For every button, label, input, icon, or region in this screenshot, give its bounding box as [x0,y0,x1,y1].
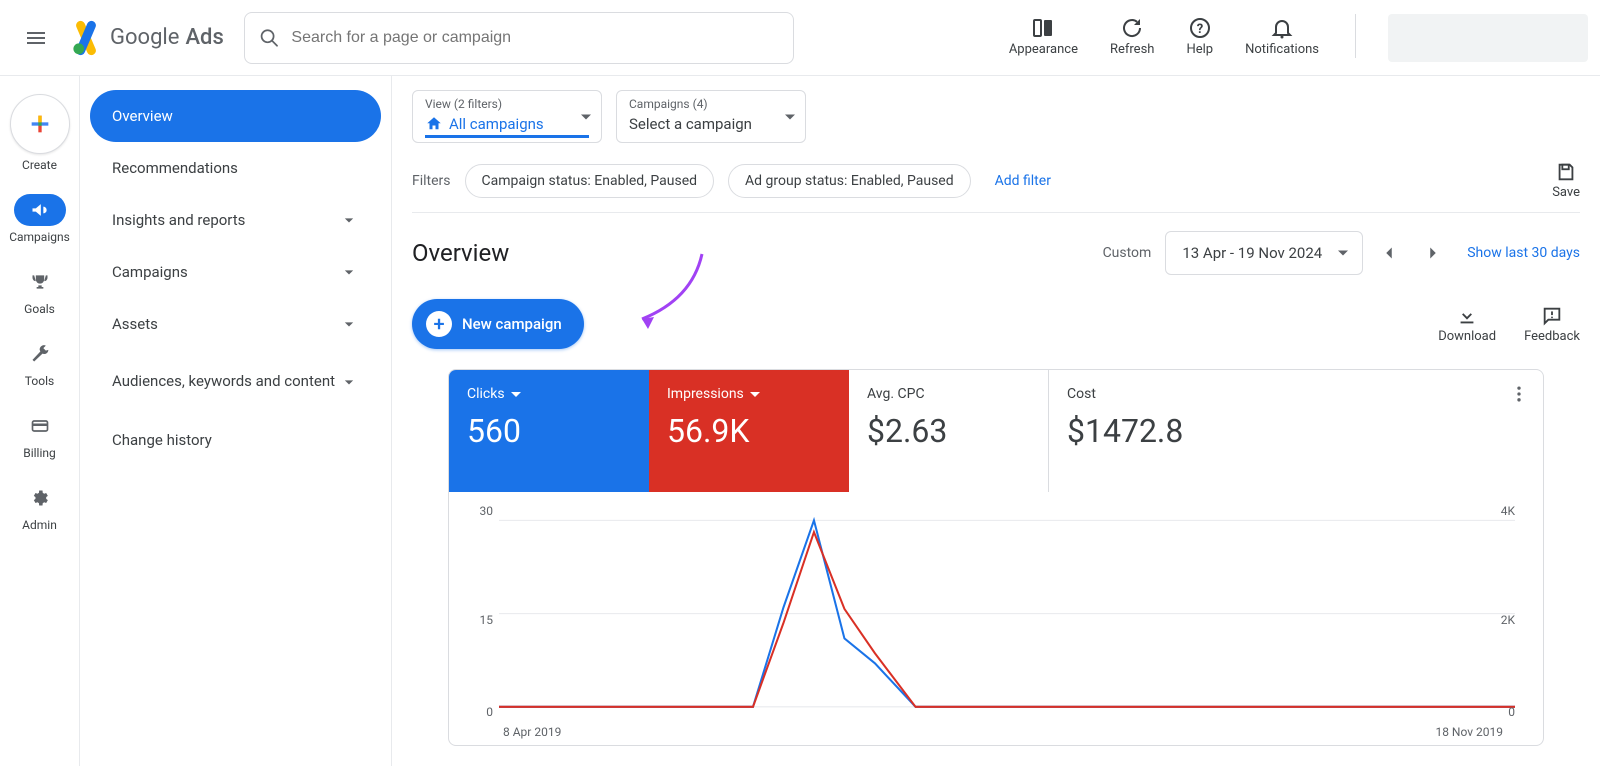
separator [1355,14,1356,58]
search-icon [259,27,280,49]
filters-bar: Filters Campaign status: Enabled, Paused… [412,143,1580,213]
account-area[interactable] [1388,14,1588,62]
logo-text-google: Google [110,25,179,50]
wrench-icon [30,344,50,364]
metrics-strip: Clicks 560 Impressions 56.9K Avg. CPC $2… [449,370,1543,492]
notifications-button[interactable]: Notifications [1241,14,1323,59]
rail-billing[interactable]: Billing [8,406,72,464]
trophy-icon [30,272,50,292]
main-content: View (2 filters) All campaigns Campaigns… [392,76,1600,766]
onboarding-arrow-icon [612,249,722,339]
filter-chip-adgroup-status[interactable]: Ad group status: Enabled, Paused [728,164,971,198]
dropdown-icon [581,114,591,119]
plus-icon: + [426,311,452,337]
chevron-down-icon [339,210,359,230]
x-start-label: 8 Apr 2019 [503,725,561,739]
card-icon [30,416,50,436]
card-more-button[interactable] [1509,384,1529,408]
dropdown-icon [1338,251,1348,256]
rail-goals[interactable]: Goals [8,262,72,320]
feedback-button[interactable]: Feedback [1524,305,1580,344]
google-ads-logo-icon [68,20,104,56]
feedback-icon [1541,305,1563,327]
date-next-button[interactable] [1415,235,1451,271]
x-end-label: 18 Nov 2019 [1435,725,1503,739]
nav-recommendations[interactable]: Recommendations [90,142,381,194]
nav-campaigns[interactable]: Campaigns [90,246,381,298]
search-input[interactable] [291,29,778,47]
help-button[interactable]: ? Help [1182,14,1217,59]
filters-label: Filters [412,173,451,189]
date-range-picker[interactable]: 13 Apr - 19 Nov 2024 [1165,231,1363,275]
metric-impressions[interactable]: Impressions 56.9K [649,370,849,492]
rail-create[interactable]: Create [8,90,72,176]
y-left-tick: 30 [469,504,493,518]
dropdown-icon [750,392,760,397]
megaphone-icon [30,200,50,220]
nav-overview[interactable]: Overview [90,90,381,142]
appearance-icon [1031,16,1055,40]
logo[interactable]: Google Ads [68,20,224,56]
refresh-button[interactable]: Refresh [1106,14,1158,59]
chevron-down-icon [339,262,359,282]
metric-avg-cpc[interactable]: Avg. CPC $2.63 [849,370,1049,492]
menu-icon [24,26,48,50]
search-field[interactable] [244,12,794,64]
metric-clicks[interactable]: Clicks 560 [449,370,649,492]
chevron-right-icon [1422,242,1444,264]
nav-insights[interactable]: Insights and reports [90,194,381,246]
refresh-icon [1120,16,1144,40]
topbar-actions: Appearance Refresh ? Help Notifications [1005,14,1588,62]
chevron-left-icon [1378,242,1400,264]
download-icon [1456,305,1478,327]
metric-cost[interactable]: Cost $1472.8 [1049,370,1249,492]
add-filter-button[interactable]: Add filter [985,165,1061,197]
rail-tools[interactable]: Tools [8,334,72,392]
dropdown-icon [785,114,795,119]
y-left-tick: 15 [469,613,493,627]
appearance-button[interactable]: Appearance [1005,14,1082,59]
logo-text-ads: Ads [185,25,223,50]
side-nav: Overview Recommendations Insights and re… [80,76,392,766]
svg-text:?: ? [1197,22,1203,37]
page-title: Overview [412,239,509,267]
save-icon [1555,161,1577,183]
y-left-tick: 0 [469,705,493,719]
chevron-down-icon [339,314,359,334]
y-right-tick: 2K [1501,613,1515,627]
new-campaign-button[interactable]: + New campaign [412,299,584,349]
home-icon [425,115,443,133]
rail-campaigns[interactable]: Campaigns [8,190,72,248]
main-menu-button[interactable] [12,14,60,62]
nav-change-history[interactable]: Change history [90,414,381,466]
date-prev-button[interactable] [1371,235,1407,271]
performance-card: Clicks 560 Impressions 56.9K Avg. CPC $2… [448,369,1544,746]
y-right-tick: 4K [1501,504,1515,518]
filter-chip-campaign-status[interactable]: Campaign status: Enabled, Paused [465,164,715,198]
nav-audiences[interactable]: Audiences, keywords and content [90,350,381,414]
nav-rail: Create Campaigns Goals Tools Billing Adm… [0,76,80,766]
show-last-30-days-link[interactable]: Show last 30 days [1467,245,1580,261]
y-right-tick: 0 [1508,705,1515,719]
top-bar: Google Ads Appearance Refresh ? Help Not… [0,0,1600,76]
more-vert-icon [1509,384,1529,404]
chart-area: 30 15 0 4K 2K 0 8 Apr 2019 18 Nov 2019 [449,492,1543,745]
plus-multicolor-icon [30,114,50,134]
campaign-selector[interactable]: Campaigns (4) Select a campaign [616,90,806,143]
help-icon: ? [1188,16,1212,40]
save-button[interactable]: Save [1552,161,1580,200]
nav-assets[interactable]: Assets [90,298,381,350]
line-chart [499,510,1515,717]
rail-admin[interactable]: Admin [8,478,72,536]
gear-icon [30,488,50,508]
download-button[interactable]: Download [1438,305,1496,344]
view-selector[interactable]: View (2 filters) All campaigns [412,90,602,143]
bell-icon [1270,16,1294,40]
chevron-down-icon [339,372,359,392]
date-mode-label: Custom [1103,245,1152,261]
dropdown-icon [511,392,521,397]
